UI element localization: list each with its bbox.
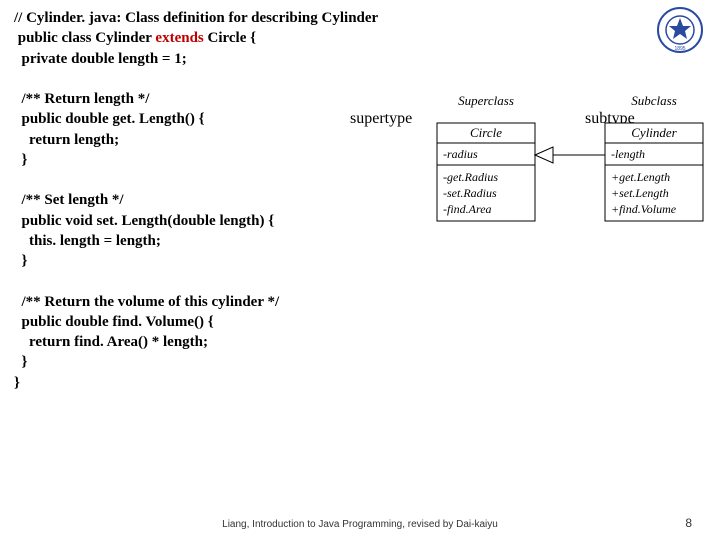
svg-text:+find.Volume: +find.Volume: [611, 202, 677, 216]
code-line: return find. Area() * length;: [14, 334, 208, 350]
svg-text:-get.Radius: -get.Radius: [443, 170, 498, 184]
svg-text:-set.Radius: -set.Radius: [443, 186, 497, 200]
uml-class-circle: Circle -radius -get.Radius -set.Radius -…: [437, 123, 535, 221]
svg-text:Superclass: Superclass: [458, 93, 514, 108]
keyword-extends: extends: [155, 30, 203, 46]
code-line: // Cylinder. java: Class definition for …: [14, 10, 378, 26]
footer-citation: Liang, Introduction to Java Programming,…: [0, 519, 720, 530]
university-logo: 1895: [656, 6, 704, 59]
code-line: this. length = length;: [14, 233, 161, 249]
svg-text:Circle: Circle: [470, 125, 502, 140]
svg-text:-find.Area: -find.Area: [443, 202, 492, 216]
code-line: /** Return the volume of this cylinder *…: [14, 294, 279, 310]
svg-text:+get.Length: +get.Length: [611, 170, 670, 184]
code-line: public double get. Length() {: [14, 111, 205, 127]
supertype-label: supertype: [350, 110, 412, 128]
code-line: }: [14, 375, 20, 391]
svg-text:Cylinder: Cylinder: [631, 125, 677, 140]
code-line: public class Cylinder extends Circle {: [14, 30, 256, 46]
code-line: public double find. Volume() {: [14, 314, 214, 330]
code-line: private double length = 1;: [14, 51, 187, 67]
code-line: /** Return length */: [14, 91, 149, 107]
svg-text:-length: -length: [611, 147, 645, 161]
uml-class-cylinder: Cylinder -length +get.Length +set.Length…: [605, 123, 703, 221]
code-block: // Cylinder. java: Class definition for …: [14, 8, 378, 393]
svg-text:1895: 1895: [674, 46, 685, 52]
page-number: 8: [685, 516, 692, 530]
code-line: }: [14, 354, 27, 370]
code-line: }: [14, 152, 27, 168]
inheritance-arrow: [535, 147, 605, 163]
svg-text:-radius: -radius: [443, 147, 478, 161]
slide: 1895 // Cylinder. java: Class definition…: [0, 0, 720, 540]
code-line: return length;: [14, 132, 119, 148]
svg-text:+set.Length: +set.Length: [611, 186, 669, 200]
code-line: public void set. Length(double length) {: [14, 213, 274, 229]
svg-text:Subclass: Subclass: [631, 93, 677, 108]
uml-diagram: Superclass Subclass Circle -radius -get.…: [435, 93, 705, 258]
code-line: /** Set length */: [14, 192, 124, 208]
code-line: }: [14, 253, 27, 269]
